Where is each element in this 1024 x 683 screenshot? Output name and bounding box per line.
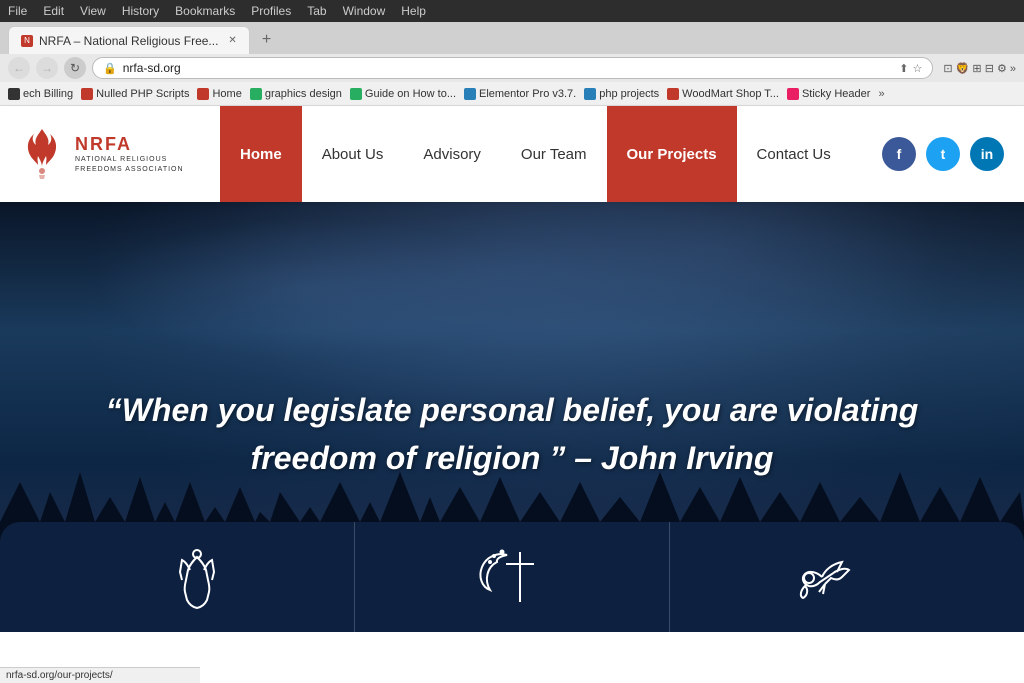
menu-history[interactable]: History (122, 4, 159, 18)
logo-nrfa: NRFA (75, 134, 184, 155)
bottom-icons-bar (0, 522, 1024, 632)
tab-close-button[interactable]: ✕ (228, 35, 236, 46)
bookmark-sticky[interactable]: Sticky Header (787, 88, 870, 100)
hero-section: “When you legislate personal belief, you… (0, 202, 1024, 632)
bookmark-woodmart[interactable]: WoodMart Shop T... (667, 88, 779, 100)
browser-menu-bar: File Edit View History Bookmarks Profile… (0, 0, 1024, 22)
status-bar: nrfa-sd.org/our-projects/ (0, 667, 200, 683)
nav-about[interactable]: About Us (302, 106, 404, 202)
bookmark-icon (250, 88, 262, 100)
praying-hands-icon (162, 542, 232, 612)
menu-tab[interactable]: Tab (307, 4, 326, 18)
new-tab-button[interactable]: + (254, 26, 279, 54)
url-text: nrfa-sd.org (123, 61, 181, 75)
logo-text-area: NRFA NATIONAL RELIGIOUS FREEDOMS ASSOCIA… (75, 134, 184, 173)
share-icon: ⬆ (899, 62, 908, 75)
bookmark-home[interactable]: Home (197, 88, 241, 100)
bookmarks-toolbar: ech Billing Nulled PHP Scripts Home grap… (0, 82, 1024, 106)
menu-bookmarks[interactable]: Bookmarks (175, 4, 235, 18)
nav-home[interactable]: Home (220, 106, 302, 202)
bookmark-icon (81, 88, 93, 100)
facebook-button[interactable]: f (882, 137, 916, 171)
bookmark-nulled[interactable]: Nulled PHP Scripts (81, 88, 189, 100)
bookmark-label: Elementor Pro v3.7. (479, 88, 576, 100)
bookmark-label: WoodMart Shop T... (682, 88, 779, 100)
bookmark-icon (787, 88, 799, 100)
website-content: NRFA NATIONAL RELIGIOUS FREEDOMS ASSOCIA… (0, 106, 1024, 632)
bookmark-icon (350, 88, 362, 100)
nav-contact[interactable]: Contact Us (737, 106, 851, 202)
tab-bar: N NRFA – National Religious Free... ✕ + (0, 22, 1024, 54)
twitter-button[interactable]: t (926, 137, 960, 171)
tab-title: NRFA – National Religious Free... (39, 34, 218, 48)
icon-section-1 (40, 522, 355, 632)
more-bookmarks[interactable]: » (878, 88, 884, 100)
star-icon[interactable]: ☆ (913, 62, 923, 75)
menu-help[interactable]: Help (401, 4, 426, 18)
hero-quote: “When you legislate personal belief, you… (0, 366, 1024, 522)
url-icons: ⬆ ☆ (899, 62, 922, 75)
nav-ourteam[interactable]: Our Team (501, 106, 607, 202)
bookmark-php[interactable]: php projects (584, 88, 659, 100)
religious-symbols-icon (472, 542, 552, 612)
reload-button[interactable]: ↻ (64, 57, 86, 79)
nav-advisory[interactable]: Advisory (403, 106, 501, 202)
bookmark-icon (584, 88, 596, 100)
bookmark-icon (197, 88, 209, 100)
logo-subtitle-2: FREEDOMS ASSOCIATION (75, 165, 184, 174)
back-button[interactable]: ← (8, 57, 30, 79)
logo-area: NRFA NATIONAL RELIGIOUS FREEDOMS ASSOCIA… (20, 127, 220, 182)
menu-window[interactable]: Window (343, 4, 386, 18)
social-icons: f t in (882, 137, 1004, 171)
extensions-area: ⊡ 🦁 ⊞ ⊟ ⚙ » (943, 62, 1016, 75)
bookmark-label: graphics design (265, 88, 342, 100)
icon-section-3 (670, 522, 984, 632)
menu-view[interactable]: View (80, 4, 106, 18)
logo-subtitle-1: NATIONAL RELIGIOUS (75, 155, 184, 164)
bookmark-label: ech Billing (23, 88, 73, 100)
menu-profiles[interactable]: Profiles (251, 4, 291, 18)
bookmark-graphics[interactable]: graphics design (250, 88, 342, 100)
nav-menu: Home About Us Advisory Our Team Our Proj… (220, 106, 882, 202)
linkedin-button[interactable]: in (970, 137, 1004, 171)
browser-controls: ← → ↻ 🔒 nrfa-sd.org ⬆ ☆ ⊡ 🦁 ⊞ ⊟ ⚙ » (0, 54, 1024, 82)
status-url: nrfa-sd.org/our-projects/ (6, 670, 113, 681)
bookmark-icon (464, 88, 476, 100)
dove-icon (787, 542, 867, 612)
lock-icon: 🔒 (103, 62, 117, 75)
bookmark-label: Sticky Header (802, 88, 870, 100)
tab-favicon: N (21, 35, 33, 47)
bookmark-icon (667, 88, 679, 100)
bookmark-icon (8, 88, 20, 100)
menu-file[interactable]: File (8, 4, 27, 18)
browser-tab[interactable]: N NRFA – National Religious Free... ✕ (8, 26, 250, 54)
forward-button[interactable]: → (36, 57, 58, 79)
navbar: NRFA NATIONAL RELIGIOUS FREEDOMS ASSOCIA… (0, 106, 1024, 202)
icon-section-2 (355, 522, 670, 632)
bookmark-billing[interactable]: ech Billing (8, 88, 73, 100)
nav-ourprojects[interactable]: Our Projects (607, 106, 737, 202)
bookmark-label: Nulled PHP Scripts (96, 88, 189, 100)
bookmark-guide[interactable]: Guide on How to... (350, 88, 456, 100)
logo-icon (20, 127, 65, 182)
bookmark-label: php projects (599, 88, 659, 100)
menu-edit[interactable]: Edit (43, 4, 64, 18)
url-bar[interactable]: 🔒 nrfa-sd.org ⬆ ☆ (92, 57, 933, 79)
bookmark-label: Home (212, 88, 241, 100)
bookmark-label: Guide on How to... (365, 88, 456, 100)
bookmark-elementor[interactable]: Elementor Pro v3.7. (464, 88, 576, 100)
